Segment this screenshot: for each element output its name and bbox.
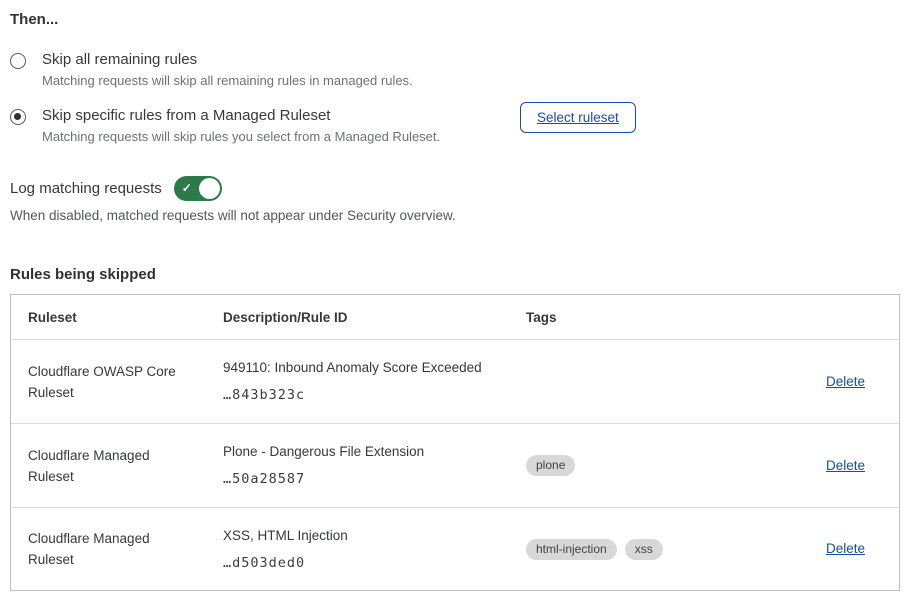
tags-cell: plone	[526, 455, 775, 476]
rule-description: 949110: Inbound Anomaly Score Exceeded	[223, 360, 526, 376]
option-label[interactable]: Skip all remaining rules	[42, 52, 413, 68]
option-description: Matching requests will skip all remainin…	[42, 74, 413, 88]
option-body: Skip specific rules from a Managed Rules…	[42, 108, 440, 144]
delete-rule-link[interactable]: Delete	[826, 458, 865, 473]
rule-id: …50a28587	[223, 471, 526, 487]
table-row: Cloudflare OWASP Core Ruleset 949110: In…	[11, 340, 899, 424]
delete-rule-link[interactable]: Delete	[826, 374, 865, 389]
rule-description-cell: XSS, HTML Injection …d503ded0	[223, 528, 526, 571]
tag-badge: plone	[526, 455, 575, 476]
option-description: Matching requests will skip rules you se…	[42, 130, 440, 144]
log-toggle-label: Log matching requests	[10, 180, 162, 197]
ruleset-name: Cloudflare Managed Ruleset	[28, 528, 196, 570]
table-row: Cloudflare Managed Ruleset XSS, HTML Inj…	[11, 508, 899, 590]
tags-cell: html-injection xss	[526, 539, 775, 560]
option-body: Skip all remaining rules Matching reques…	[42, 52, 413, 88]
table-row: Cloudflare Managed Ruleset Plone - Dange…	[11, 424, 899, 508]
actions-cell: Delete	[775, 373, 865, 391]
select-ruleset-button[interactable]: Select ruleset	[520, 102, 636, 133]
rules-being-skipped-table: Ruleset Description/Rule ID Tags Cloudfl…	[10, 294, 900, 591]
log-matching-requests-row: Log matching requests ✓	[10, 176, 900, 201]
then-section-title: Then...	[10, 12, 900, 28]
log-toggle-description: When disabled, matched requests will not…	[10, 208, 900, 223]
rule-description: Plone - Dangerous File Extension	[223, 444, 526, 460]
rule-description-cell: 949110: Inbound Anomaly Score Exceeded ……	[223, 360, 526, 403]
rules-table-title: Rules being skipped	[10, 267, 900, 283]
rule-id: …d503ded0	[223, 555, 526, 571]
table-header-row: Ruleset Description/Rule ID Tags	[11, 295, 899, 340]
log-matching-toggle[interactable]: ✓	[174, 176, 222, 201]
toggle-knob	[199, 178, 220, 199]
check-icon: ✓	[182, 180, 192, 196]
actions-cell: Delete	[775, 457, 865, 475]
delete-rule-link[interactable]: Delete	[826, 541, 865, 556]
column-header-ruleset: Ruleset	[28, 310, 223, 325]
tag-badge: html-injection	[526, 539, 617, 560]
radio-skip-all-remaining[interactable]	[10, 53, 26, 69]
ruleset-name: Cloudflare Managed Ruleset	[28, 445, 196, 487]
option-label[interactable]: Skip specific rules from a Managed Rules…	[42, 108, 440, 124]
rule-description-cell: Plone - Dangerous File Extension …50a285…	[223, 444, 526, 487]
tag-badge: xss	[625, 539, 663, 560]
column-header-description: Description/Rule ID	[223, 310, 526, 325]
ruleset-name: Cloudflare OWASP Core Ruleset	[28, 361, 196, 403]
actions-cell: Delete	[775, 540, 865, 558]
option-skip-specific-rules[interactable]: Skip specific rules from a Managed Rules…	[10, 108, 900, 144]
rule-description: XSS, HTML Injection	[223, 528, 526, 544]
waf-rule-config-page: Then... Skip all remaining rules Matchin…	[0, 0, 911, 614]
option-skip-all-remaining-rules[interactable]: Skip all remaining rules Matching reques…	[10, 52, 900, 88]
rule-id: …843b323c	[223, 387, 526, 403]
radio-skip-specific[interactable]	[10, 109, 26, 125]
column-header-tags: Tags	[526, 310, 775, 325]
